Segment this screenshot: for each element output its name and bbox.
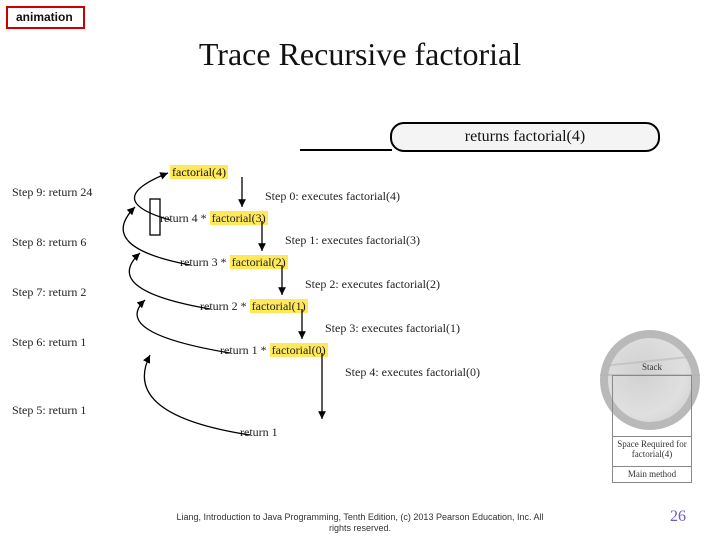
footer-line-2: rights reserved. (0, 523, 720, 534)
footer-line-1: Liang, Introduction to Java Programming,… (0, 512, 720, 523)
arrows-svg (60, 165, 580, 475)
recursion-diagram: factorial(4) Step 0: executes factorial(… (60, 165, 580, 475)
page-number: 26 (670, 508, 686, 526)
callout-bubble: returns factorial(4) (390, 122, 660, 152)
slide-title: Trace Recursive factorial (0, 36, 720, 73)
stack-title: Stack (613, 362, 691, 372)
stack-row-0: Space Required for factorial(4) (613, 440, 691, 460)
stack-panel: Stack Space Required for factorial(4) Ma… (612, 375, 692, 483)
animation-tag-text: animation (16, 10, 73, 24)
callout-leader-line (300, 149, 392, 151)
callout-text: returns factorial(4) (465, 128, 585, 145)
stack-row-1: Main method (613, 469, 691, 479)
footer-credit: Liang, Introduction to Java Programming,… (0, 512, 720, 534)
animation-tag: animation (6, 6, 85, 29)
